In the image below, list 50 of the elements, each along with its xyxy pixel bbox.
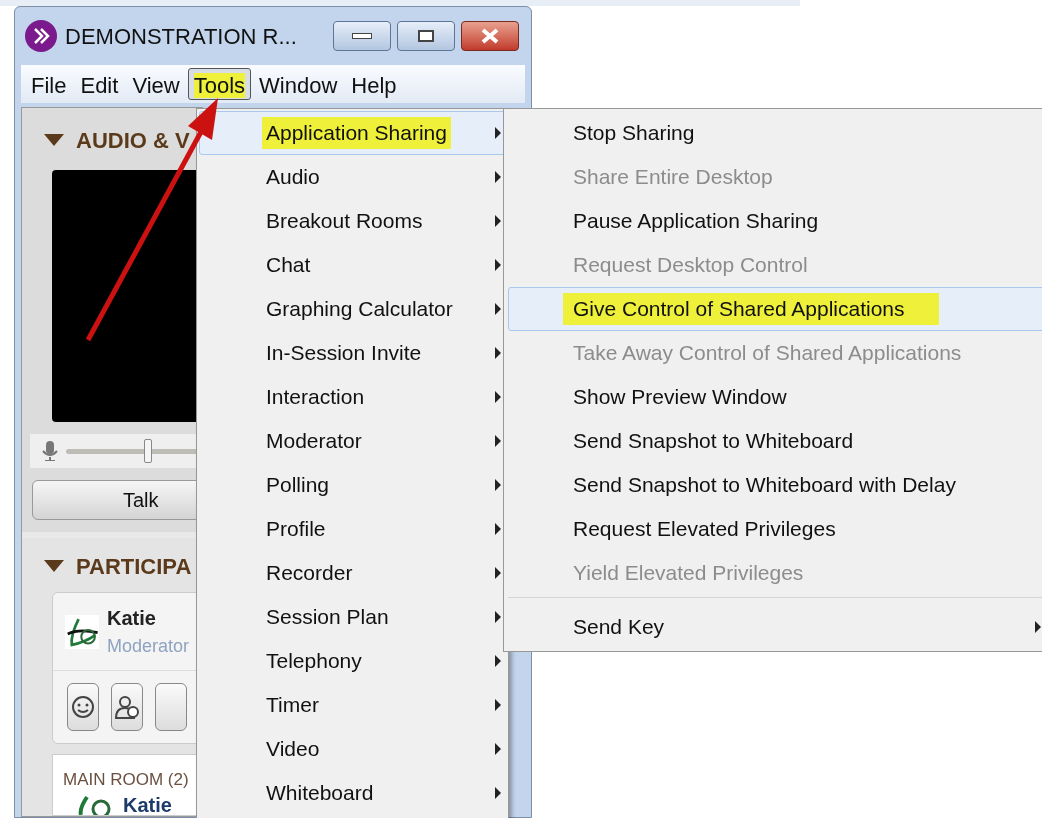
room-title: MAIN ROOM (2)	[63, 769, 190, 791]
menu-item[interactable]: Telephony	[199, 639, 506, 683]
menu-bar-item[interactable]: Tools	[187, 68, 252, 100]
menu-item[interactable]: Session Plan	[199, 595, 506, 639]
participant-name: Katie	[106, 606, 157, 631]
away-button[interactable]	[111, 683, 143, 731]
close-button[interactable]	[461, 21, 519, 51]
menu-item[interactable]: Video	[199, 727, 506, 771]
menu-item[interactable]: Send Snapshot to Whiteboard with Delay	[508, 463, 1042, 507]
menu-item[interactable]: Graphing Calculator	[199, 287, 506, 331]
close-icon	[480, 28, 500, 44]
menu-item[interactable]: Request Elevated Privileges	[508, 507, 1042, 551]
person-clock-icon	[114, 694, 140, 720]
menu-item[interactable]: Timer	[199, 683, 506, 727]
menu-item[interactable]: Whiteboard	[199, 771, 506, 815]
collapse-triangle-icon[interactable]	[44, 560, 64, 572]
menu-bar-item[interactable]: File	[25, 68, 73, 100]
menu-item[interactable]: Stop Sharing	[508, 111, 1042, 155]
menu-item[interactable]: In-Session Invite	[199, 331, 506, 375]
menu-item[interactable]: Audio	[199, 155, 506, 199]
menu-item[interactable]: Pause Application Sharing	[508, 199, 1042, 243]
menu-item[interactable]: Give Control of Shared Applications	[508, 287, 1042, 331]
maximize-button[interactable]	[397, 21, 455, 51]
panel-title: AUDIO & V	[76, 126, 190, 155]
menu-item[interactable]: Send Key	[508, 605, 1042, 649]
smiley-icon	[71, 695, 95, 719]
menu-bar-item[interactable]: View	[126, 68, 186, 100]
collapse-triangle-icon[interactable]	[44, 134, 64, 146]
panel-title: PARTICIPA	[76, 552, 192, 581]
microphone-icon	[42, 441, 58, 461]
menu-item[interactable]: Interaction	[199, 375, 506, 419]
minimize-button[interactable]	[333, 21, 391, 51]
menu-item[interactable]: Moderator	[199, 419, 506, 463]
menu-item[interactable]: Breakout Rooms	[199, 199, 506, 243]
emoticon-button[interactable]	[67, 683, 99, 731]
app-logo-icon	[25, 20, 57, 52]
submenu-arrow-icon	[1035, 621, 1041, 633]
menu-item[interactable]: Application Sharing	[199, 111, 506, 155]
menu-bar-item[interactable]: Edit	[74, 68, 125, 100]
participant-role: Moderator	[106, 635, 189, 658]
menu-item[interactable]: Show Preview Window	[508, 375, 1042, 419]
menu-item[interactable]: Polling	[199, 463, 506, 507]
menu-item[interactable]: Profile	[199, 507, 506, 551]
menu-bar-item[interactable]: Window	[253, 68, 344, 100]
menu-bar-item[interactable]: Help	[345, 68, 403, 100]
menu-item[interactable]: Recorder	[199, 551, 506, 595]
participant-name: Katie	[123, 794, 172, 815]
menu-item[interactable]: Chat	[199, 243, 506, 287]
menu-item[interactable]: Send Snapshot to Whiteboard	[508, 419, 1042, 463]
window-title: DEMONSTRATION R...	[65, 22, 297, 51]
